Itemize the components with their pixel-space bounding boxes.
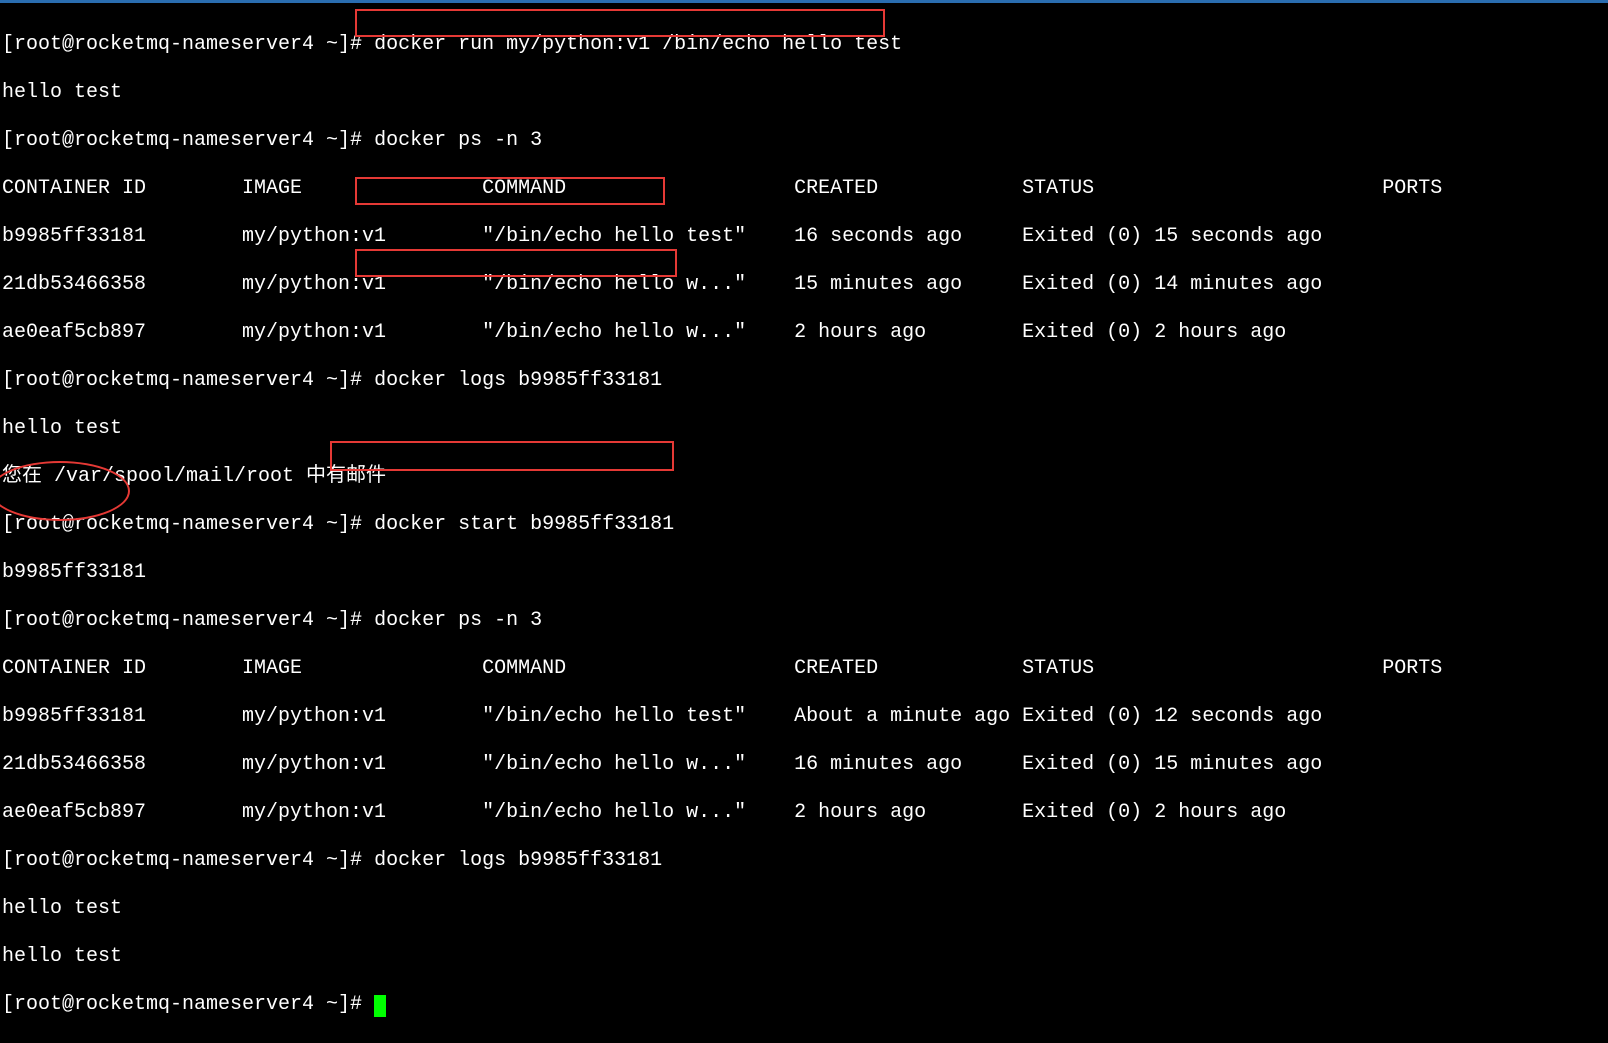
command-text: docker run my/python:v1 /bin/echo hello …	[374, 33, 902, 56]
prompt: [root@rocketmq-nameserver4 ~]#	[2, 369, 374, 392]
cmd-line: [root@rocketmq-nameserver4 ~]#	[2, 993, 1606, 1017]
output-line: hello test	[2, 945, 1606, 969]
cursor-block	[374, 995, 386, 1017]
table-row: b9985ff33181 my/python:v1 "/bin/echo hel…	[2, 225, 1606, 249]
output-line: hello test	[2, 417, 1606, 441]
output-line: hello test	[2, 897, 1606, 921]
prompt: [root@rocketmq-nameserver4 ~]#	[2, 993, 374, 1016]
prompt: [root@rocketmq-nameserver4 ~]#	[2, 129, 374, 152]
cmd-line: [root@rocketmq-nameserver4 ~]# docker lo…	[2, 369, 1606, 393]
mail-notice: 您在 /var/spool/mail/root 中有邮件	[2, 465, 1606, 489]
command-text: docker ps -n 3	[374, 609, 542, 632]
table-header: CONTAINER ID IMAGE COMMAND CREATED STATU…	[2, 177, 1606, 201]
table-row: b9985ff33181 my/python:v1 "/bin/echo hel…	[2, 705, 1606, 729]
cmd-line: [root@rocketmq-nameserver4 ~]# docker ru…	[2, 33, 1606, 57]
table-row: ae0eaf5cb897 my/python:v1 "/bin/echo hel…	[2, 801, 1606, 825]
table-row: 21db53466358 my/python:v1 "/bin/echo hel…	[2, 753, 1606, 777]
command-text: docker logs b9985ff33181	[374, 369, 662, 392]
command-text: docker start b9985ff33181	[374, 513, 674, 536]
cmd-line: [root@rocketmq-nameserver4 ~]# docker ps…	[2, 609, 1606, 633]
prompt: [root@rocketmq-nameserver4 ~]#	[2, 513, 374, 536]
cmd-line: [root@rocketmq-nameserver4 ~]# docker st…	[2, 513, 1606, 537]
command-text: docker logs b9985ff33181	[374, 849, 662, 872]
output-line: b9985ff33181	[2, 561, 1606, 585]
table-row: 21db53466358 my/python:v1 "/bin/echo hel…	[2, 273, 1606, 297]
cmd-line: [root@rocketmq-nameserver4 ~]# docker lo…	[2, 849, 1606, 873]
cmd-line: [root@rocketmq-nameserver4 ~]# docker ps…	[2, 129, 1606, 153]
terminal-output[interactable]: [root@rocketmq-nameserver4 ~]# docker ru…	[0, 3, 1608, 1043]
table-header: CONTAINER ID IMAGE COMMAND CREATED STATU…	[2, 657, 1606, 681]
command-text: docker ps -n 3	[374, 129, 542, 152]
prompt: [root@rocketmq-nameserver4 ~]#	[2, 849, 374, 872]
prompt: [root@rocketmq-nameserver4 ~]#	[2, 33, 374, 56]
output-line: hello test	[2, 81, 1606, 105]
table-row: ae0eaf5cb897 my/python:v1 "/bin/echo hel…	[2, 321, 1606, 345]
prompt: [root@rocketmq-nameserver4 ~]#	[2, 609, 374, 632]
